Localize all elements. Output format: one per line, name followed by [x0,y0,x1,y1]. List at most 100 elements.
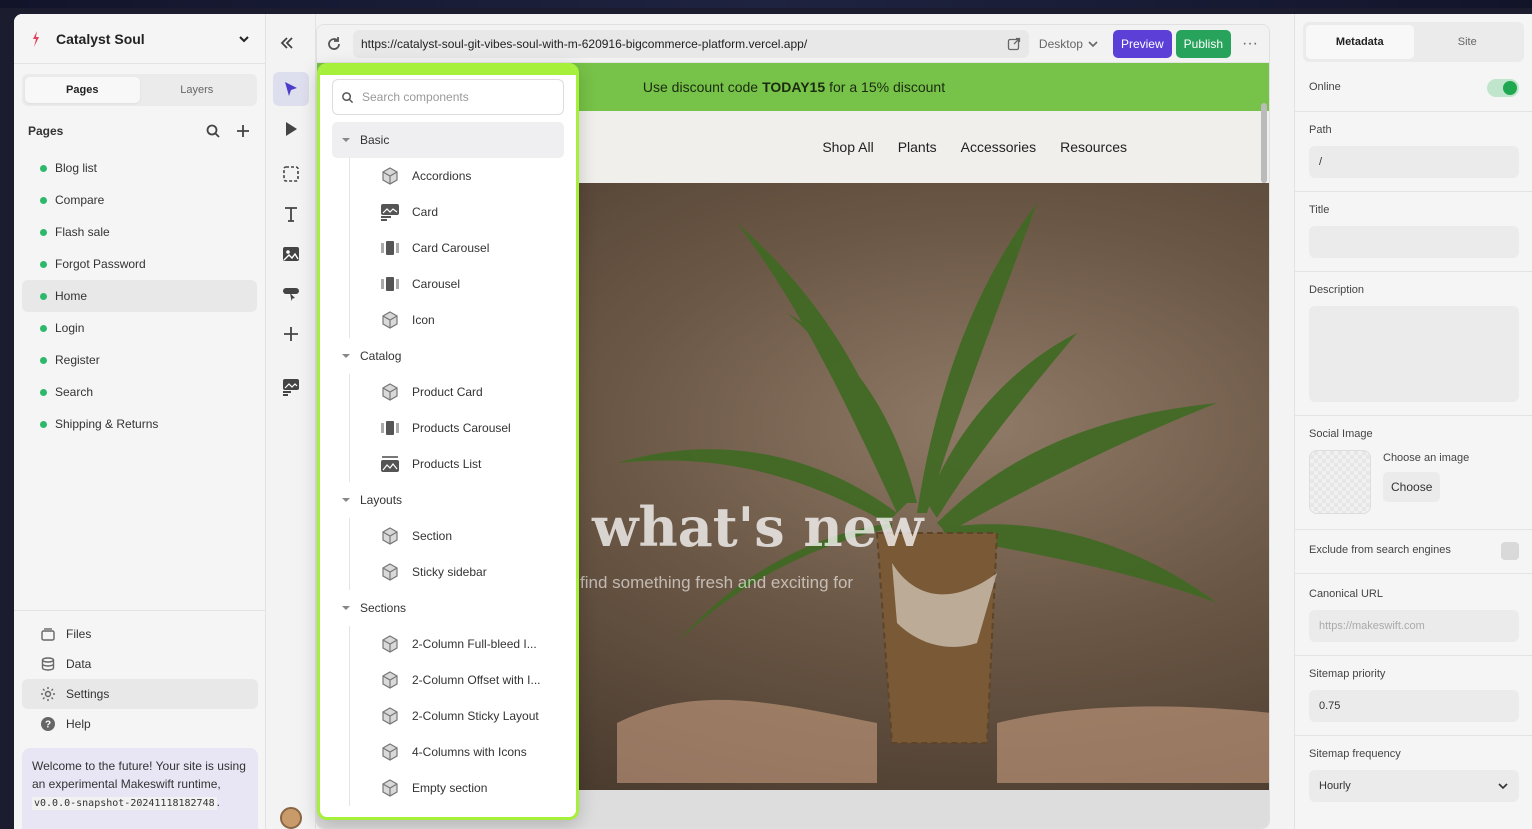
cube-icon [382,779,398,797]
window-frame [0,0,1532,8]
online-dot [40,420,47,428]
page-item-login[interactable]: Login [22,312,257,344]
user-avatar[interactable] [280,807,302,829]
group-label: Sections [360,601,407,615]
page-label: Home [55,289,88,303]
editor-app: Catalyst Soul Pages Layers Pages Blog li… [14,14,1532,829]
page-item-search[interactable]: Search [22,376,257,408]
component-product-card[interactable]: Product Card [349,374,564,410]
component-2col-sticky[interactable]: 2-Column Sticky Layout [349,698,564,734]
image-icon [283,247,299,261]
tab-metadata[interactable]: Metadata [1306,25,1414,59]
component-products-list[interactable]: Products List [349,446,564,482]
title-input[interactable] [1309,226,1519,258]
component-label: Section [412,529,453,543]
tab-pages[interactable]: Pages [25,77,140,103]
cube-icon [382,167,398,185]
nav-help[interactable]: ? Help [22,709,258,739]
site-switcher[interactable]: Catalyst Soul [14,14,265,64]
canonical-input[interactable]: https://makeswift.com [1309,610,1519,642]
component-picker: Basic Accordions Card Card Carousel Caro… [317,63,579,820]
component-products-carousel[interactable]: Products Carousel [349,410,564,446]
component-section[interactable]: Section [349,518,564,554]
nav-link-plants[interactable]: Plants [898,139,937,155]
image-preview[interactable] [1309,450,1371,514]
group-sections[interactable]: Sections [332,590,564,626]
group-catalog[interactable]: Catalog [332,338,564,374]
add-component-button[interactable] [273,317,309,351]
frequency-field: Sitemap frequency Hourly [1295,740,1532,820]
nav-settings[interactable]: Settings [22,679,258,709]
component-label: Icon [412,313,435,327]
nav-link-resources[interactable]: Resources [1060,139,1127,155]
component-2col-full-bleed[interactable]: 2-Column Full-bleed I... [349,626,564,662]
online-toggle[interactable] [1487,79,1519,97]
browser-toolbar: https://catalyst-soul-git-vibes-soul-wit… [317,25,1269,63]
select-tool-button[interactable] [273,72,309,106]
nav-link-shop-all[interactable]: Shop All [822,139,873,155]
description-textarea[interactable] [1309,306,1519,402]
properties-panel: Metadata Site Online Path / Title Descri… [1294,14,1532,829]
nav-files[interactable]: Files [22,619,258,649]
url-bar[interactable]: https://catalyst-soul-git-vibes-soul-wit… [353,29,1029,58]
external-link-icon[interactable] [1007,37,1021,51]
path-field: Path / [1295,116,1532,192]
canonical-field: Canonical URL https://makeswift.com [1295,580,1532,656]
search-icon[interactable] [205,123,221,139]
collapse-sidebar-button[interactable] [272,32,302,54]
description-field: Description [1295,276,1532,416]
preview-button[interactable]: Preview [1112,29,1172,58]
page-item-register[interactable]: Register [22,344,257,376]
banner-code: TODAY15 [762,79,826,95]
box-tool-button[interactable] [273,157,309,191]
path-label: Path [1309,124,1332,136]
group-layouts[interactable]: Layouts [332,482,564,518]
text-tool-button[interactable] [273,197,309,231]
reload-icon[interactable] [325,35,343,53]
runtime-version: v0.0.0-snapshot-20241118182748 [32,797,217,810]
add-page-icon[interactable] [235,123,251,139]
more-options-icon[interactable]: ··· [1239,35,1261,53]
component-empty-section[interactable]: Empty section [349,770,564,806]
button-tool-button[interactable] [273,277,309,311]
tab-site[interactable]: Site [1414,25,1522,59]
priority-input[interactable]: 0.75 [1309,690,1519,722]
component-2col-offset[interactable]: 2-Column Offset with I... [349,662,564,698]
page-item-flash-sale[interactable]: Flash sale [22,216,257,248]
path-input[interactable]: / [1309,146,1519,178]
component-sticky-sidebar[interactable]: Sticky sidebar [349,554,564,590]
tab-layers[interactable]: Layers [140,77,255,103]
page-item-home[interactable]: Home [22,280,257,312]
online-field: Online [1295,72,1532,112]
card-tool-button[interactable] [273,370,309,404]
publish-button[interactable]: Publish [1175,29,1231,58]
component-card[interactable]: Card [349,194,564,230]
group-basic[interactable]: Basic [332,122,564,158]
files-icon [41,628,55,641]
cube-icon [382,527,398,545]
nav-link-accessories[interactable]: Accessories [961,139,1036,155]
cube-icon [382,671,398,689]
component-accordions[interactable]: Accordions [349,158,564,194]
device-select[interactable]: Desktop [1039,37,1099,51]
component-4col-icons[interactable]: 4-Columns with Icons [349,734,564,770]
component-carousel[interactable]: Carousel [349,266,564,302]
choose-image-button[interactable]: Choose [1383,472,1441,502]
page-item-forgot-password[interactable]: Forgot Password [22,248,257,280]
page-item-blog-list[interactable]: Blog list [22,152,257,184]
image-tool-button[interactable] [273,237,309,271]
component-card-carousel[interactable]: Card Carousel [349,230,564,266]
nav-data[interactable]: Data [22,649,258,679]
online-dot [40,356,47,364]
canvas-scrollbar[interactable] [1261,103,1267,183]
component-icon[interactable]: Icon [349,302,564,338]
play-button[interactable] [273,112,309,146]
component-search-input[interactable] [362,90,555,104]
frequency-select[interactable]: Hourly [1309,770,1519,802]
hero-subtitle: find something fresh and exciting for [580,573,854,592]
component-search[interactable] [332,79,564,115]
component-label: Products List [412,457,482,471]
page-item-compare[interactable]: Compare [22,184,257,216]
page-item-shipping-returns[interactable]: Shipping & Returns [22,408,257,440]
exclude-checkbox[interactable] [1501,542,1519,560]
